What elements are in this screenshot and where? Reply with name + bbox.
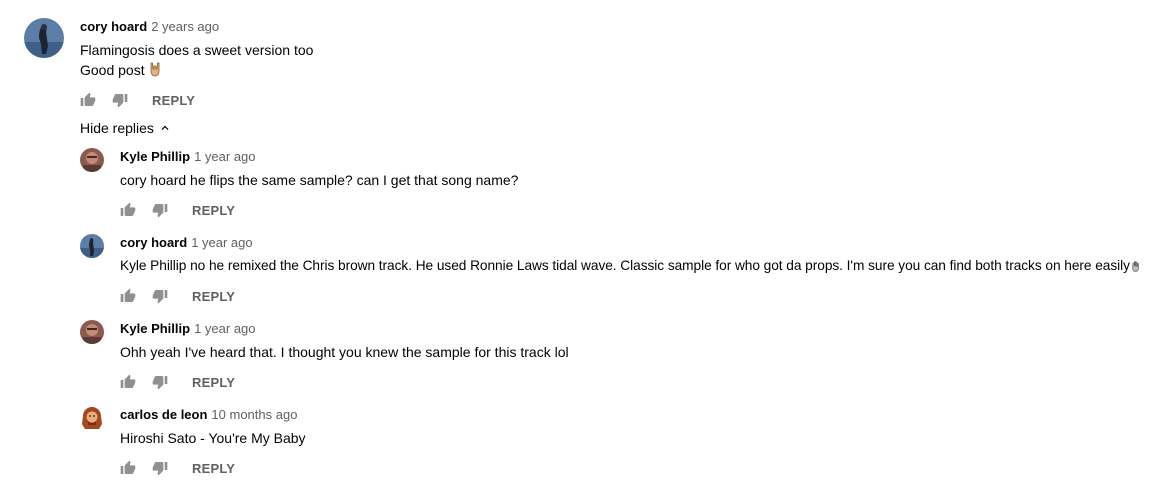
horns-hand-emoji-icon [148, 61, 162, 82]
author-name[interactable]: carlos de leon [120, 407, 207, 422]
comment-body: Kyle Phillip no he remixed the Chris bro… [120, 258, 1130, 273]
comment-text: Kyle Phillip no he remixed the Chris bro… [120, 256, 1140, 278]
thumbs-up-icon[interactable] [120, 374, 136, 390]
comment-actions: REPLY [120, 458, 235, 478]
timestamp[interactable]: 10 months ago [211, 407, 297, 422]
comment-actions: REPLY [120, 200, 235, 220]
reply-button[interactable]: REPLY [192, 461, 235, 476]
hand-emoji-icon [1131, 258, 1140, 278]
thumbs-down-icon[interactable] [152, 202, 168, 218]
hide-replies-button[interactable]: Hide replies [80, 118, 172, 138]
comment-line-2-text: Good post [80, 62, 145, 78]
hide-replies-label: Hide replies [80, 120, 154, 136]
avatar[interactable] [80, 406, 104, 430]
timestamp[interactable]: 1 year ago [191, 235, 252, 250]
thumbs-down-icon[interactable] [112, 92, 128, 108]
avatar[interactable] [24, 18, 64, 58]
thumbs-up-icon[interactable] [120, 460, 136, 476]
timestamp[interactable]: 1 year ago [194, 149, 255, 164]
author-line: carlos de leon 10 months ago [120, 406, 297, 424]
comment-actions: REPLY [80, 90, 195, 110]
avatar[interactable] [80, 320, 104, 344]
avatar[interactable] [80, 148, 104, 172]
thumbs-up-icon[interactable] [120, 202, 136, 218]
comment-actions: REPLY [120, 372, 235, 392]
comment-text: cory hoard he flips the same sample? can… [120, 172, 519, 188]
reply-button[interactable]: REPLY [192, 289, 235, 304]
author-line: cory hoard 1 year ago [120, 234, 253, 252]
author-name[interactable]: Kyle Phillip [120, 149, 190, 164]
author-line: Kyle Phillip 1 year ago [120, 320, 256, 338]
comment-actions: REPLY [120, 286, 235, 306]
avatar[interactable] [80, 234, 104, 258]
reply-button[interactable]: REPLY [152, 93, 195, 108]
thumbs-down-icon[interactable] [152, 288, 168, 304]
timestamp[interactable]: 1 year ago [194, 321, 255, 336]
author-name[interactable]: Kyle Phillip [120, 321, 190, 336]
comment-text: Ohh yeah I've heard that. I thought you … [120, 344, 569, 360]
comment-line-1: Flamingosis does a sweet version too [80, 42, 314, 58]
author-name[interactable]: cory hoard [120, 235, 187, 250]
author-line: cory hoard 2 years ago [80, 18, 219, 36]
comment-line-2: Good post [80, 60, 313, 82]
comment-text: Flamingosis does a sweet version too Goo… [80, 40, 313, 82]
thumbs-down-icon[interactable] [152, 374, 168, 390]
author-line: Kyle Phillip 1 year ago [120, 148, 256, 166]
timestamp[interactable]: 2 years ago [151, 19, 219, 34]
reply-button[interactable]: REPLY [192, 375, 235, 390]
reply-button[interactable]: REPLY [192, 203, 235, 218]
comment-text: Hiroshi Sato - You're My Baby [120, 430, 306, 446]
thumbs-down-icon[interactable] [152, 460, 168, 476]
author-name[interactable]: cory hoard [80, 19, 147, 34]
thumbs-up-icon[interactable] [80, 92, 96, 108]
thumbs-up-icon[interactable] [120, 288, 136, 304]
chevron-up-icon [158, 121, 172, 135]
